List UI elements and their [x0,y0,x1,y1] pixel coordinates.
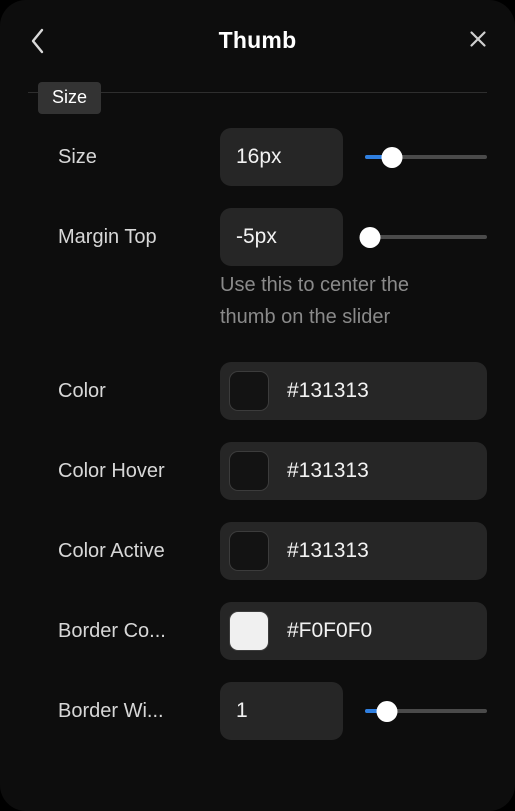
close-button[interactable] [459,22,497,60]
color-active-value: #131313 [287,539,369,562]
border-color-swatch[interactable] [229,611,269,651]
row-color-hover: Color Hover #131313 [0,431,515,511]
color-hover-field[interactable]: #131313 [220,442,487,500]
margin-top-helper-text: Use this to center the thumb on the slid… [220,274,409,328]
row-size: Size [0,117,515,197]
section-header: Size [0,82,515,117]
label-margin-top: Margin Top [58,225,157,248]
color-field[interactable]: #131313 [220,362,487,420]
panel-header: Thumb [0,0,515,82]
border-width-slider-thumb[interactable] [376,700,398,722]
margin-top-slider[interactable] [359,225,487,249]
row-color-active: Color Active #131313 [0,511,515,591]
size-slider[interactable] [365,145,487,169]
row-color: Color #131313 [0,351,515,431]
color-active-swatch[interactable] [229,531,269,571]
settings-rows: Size Margin Top Use this to center the t… [0,117,515,751]
label-color: Color [58,379,106,402]
size-input[interactable] [220,128,343,186]
section-tab-size[interactable]: Size [38,82,102,114]
border-width-slider[interactable] [365,699,487,723]
color-hover-value: #131313 [287,459,369,482]
size-slider-thumb[interactable] [381,146,403,168]
close-x-icon [468,29,488,54]
row-border-color: Border Co... #F0F0F0 [0,591,515,671]
thumb-settings-panel: Thumb Size Size Margin Top [0,0,515,811]
label-size: Size [58,145,97,168]
color-hover-swatch[interactable] [229,451,269,491]
color-active-field[interactable]: #131313 [220,522,487,580]
row-margin-top: Margin Top [0,197,515,277]
label-border-color: Border Co... [58,619,166,642]
color-swatch[interactable] [229,371,269,411]
label-color-active: Color Active [58,539,165,562]
row-border-width: Border Wi... [0,671,515,751]
label-border-width: Border Wi... [58,699,164,722]
border-color-value: #F0F0F0 [287,619,373,642]
border-color-field[interactable]: #F0F0F0 [220,602,487,660]
color-value: #131313 [287,379,369,402]
margin-top-slider-track [365,235,487,239]
margin-top-input[interactable] [220,208,343,266]
border-width-input[interactable] [220,682,343,740]
margin-top-slider-thumb[interactable] [359,226,381,248]
page-title: Thumb [218,27,297,53]
label-color-hover: Color Hover [58,459,165,482]
